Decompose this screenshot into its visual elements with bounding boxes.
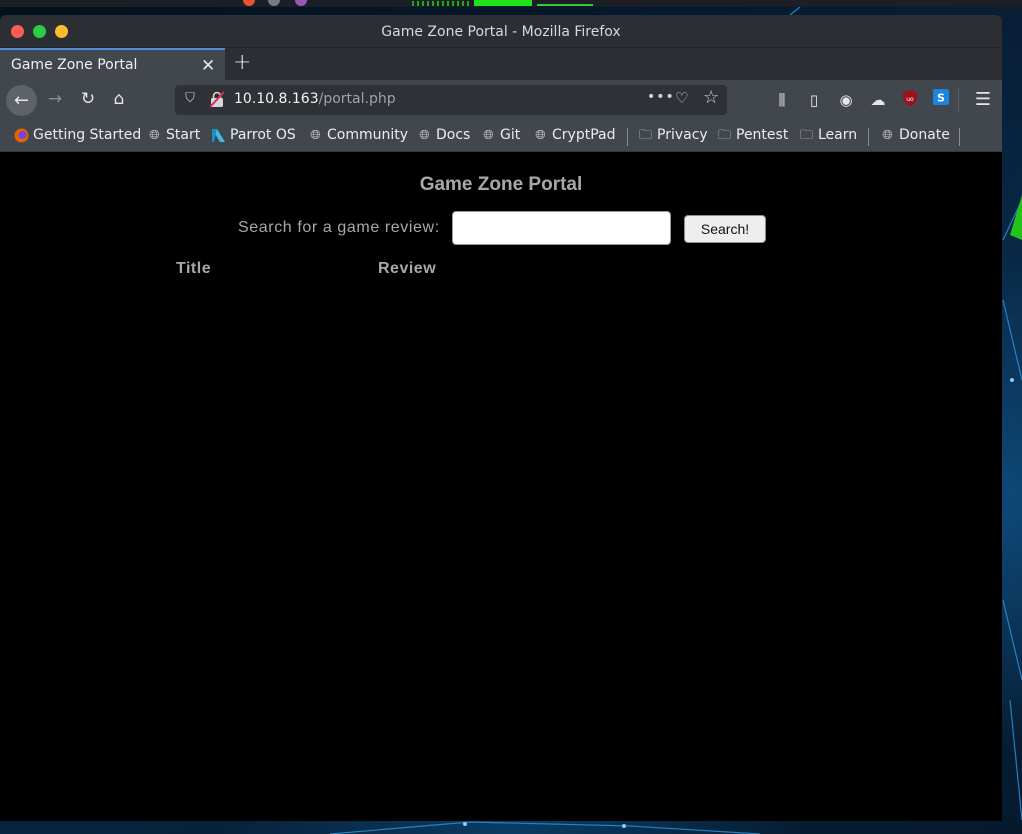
window-titlebar: Game Zone Portal - Mozilla Firefox — [0, 15, 1002, 48]
bookmark-folder-pentest[interactable]: 🗀 Pentest — [717, 127, 788, 143]
home-icon[interactable]: ⌂ — [108, 89, 130, 109]
bookmark-label: Privacy — [657, 127, 708, 143]
pocket-icon[interactable]: ♡ — [675, 89, 688, 107]
insecure-lock-icon[interactable] — [210, 91, 224, 108]
panel-app-icon[interactable] — [243, 0, 255, 6]
address-bar[interactable]: ⛉ 10.10.8.163/portal.php ••• ♡ ☆ — [175, 85, 727, 115]
sidebar-icon[interactable]: ▯ — [803, 89, 825, 111]
bookmark-folder-learn[interactable]: 🗀 Learn — [799, 127, 857, 143]
bookmark-separator — [627, 128, 628, 146]
firefox-icon — [14, 128, 29, 142]
bookmark-community[interactable]: 🌐︎ Community — [308, 127, 408, 143]
globe-icon: 🌐︎ — [419, 127, 430, 143]
svg-text:S: S — [937, 92, 945, 105]
panel-app-icon[interactable] — [295, 0, 307, 6]
browser-window: Game Zone Portal - Mozilla Firefox Game … — [0, 15, 1002, 821]
bookmark-label: Pentest — [736, 127, 789, 143]
bookmark-cryptpad[interactable]: 🌐︎ CryptPad — [533, 127, 615, 143]
bookmark-donate[interactable]: 🌐︎ Donate — [880, 127, 950, 143]
library-icon[interactable]: ⫼ — [771, 89, 793, 111]
bookmark-label: Docs — [436, 127, 471, 143]
bookmark-label: Learn — [818, 127, 858, 143]
column-header-title: Title — [176, 260, 212, 277]
page-content: Game Zone Portal Search for a game revie… — [0, 152, 1002, 821]
window-title: Game Zone Portal - Mozilla Firefox — [381, 24, 621, 40]
bookmark-label: Start — [166, 127, 201, 143]
tab-close-icon[interactable]: ✕ — [201, 56, 215, 76]
page-title: Game Zone Portal — [419, 174, 583, 195]
panel-app-icon[interactable] — [268, 0, 280, 6]
account-icon[interactable]: ◉ — [835, 89, 857, 111]
bookmark-label: Donate — [899, 127, 950, 143]
bookmark-parrot-os[interactable]: Parrot OS — [211, 127, 296, 143]
new-tab-icon[interactable]: + — [233, 50, 251, 75]
bookmark-start[interactable]: 🌐︎ Start — [147, 127, 200, 143]
page-actions-icon[interactable]: ••• — [647, 89, 675, 105]
skype-extension-icon[interactable]: S — [930, 89, 952, 111]
search-input[interactable] — [452, 211, 671, 245]
memory-graph — [474, 0, 532, 6]
hamburger-menu-icon[interactable]: ☰ — [972, 89, 994, 111]
bookmark-label: Getting Started — [33, 127, 142, 143]
bookmark-folder-privacy[interactable]: 🗀 Privacy — [638, 127, 708, 143]
tab-game-zone-portal[interactable]: Game Zone Portal ✕ — [0, 48, 225, 80]
svg-text:uo: uo — [906, 96, 914, 103]
url-path: /portal.php — [318, 91, 396, 107]
back-arrow-icon[interactable]: ← — [6, 85, 37, 116]
bookmark-label: CryptPad — [552, 127, 616, 143]
ublock-icon[interactable]: uo — [899, 89, 921, 111]
bookmark-label: Parrot OS — [230, 127, 296, 143]
search-button[interactable]: Search! — [684, 215, 766, 243]
parrot-icon — [212, 128, 225, 142]
bookmark-label: Git — [500, 127, 521, 143]
globe-icon: 🌐︎ — [882, 127, 893, 143]
tab-strip: Game Zone Portal ✕ + — [0, 48, 1002, 80]
search-label: Search for a game review: — [238, 219, 440, 236]
url-host: 10.10.8.163 — [234, 91, 319, 107]
bookmark-docs[interactable]: 🌐︎ Docs — [417, 127, 470, 143]
forward-arrow-icon[interactable]: → — [44, 89, 66, 109]
column-header-review: Review — [378, 260, 437, 277]
bookmark-star-icon[interactable]: ☆ — [703, 87, 719, 108]
folder-icon: 🗀 — [638, 127, 652, 143]
bookmark-label: Community — [327, 127, 409, 143]
globe-icon: 🌐︎ — [483, 127, 494, 143]
globe-icon: 🌐︎ — [535, 127, 546, 143]
reload-icon[interactable]: ↻ — [77, 89, 99, 109]
globe-icon: 🌐︎ — [149, 127, 160, 143]
url-text[interactable]: 10.10.8.163/portal.php — [234, 91, 396, 107]
navigation-toolbar: ← → ↻ ⌂ ⛉ 10.10.8.163/portal.php ••• ♡ ☆… — [0, 80, 1002, 120]
bookmarks-toolbar: Getting Started 🌐︎ Start Parrot OS 🌐︎ Co… — [0, 120, 1002, 152]
cpu-graph — [412, 1, 472, 6]
network-graph — [537, 4, 593, 6]
folder-icon: 🗀 — [717, 127, 731, 143]
bookmark-separator — [868, 128, 869, 146]
tab-label: Game Zone Portal — [11, 57, 138, 73]
extension-icon[interactable]: ☁ — [867, 89, 889, 111]
folder-icon: 🗀 — [799, 127, 813, 143]
bookmark-git[interactable]: 🌐︎ Git — [481, 127, 520, 143]
globe-icon: 🌐︎ — [310, 127, 321, 143]
system-top-panel — [0, 0, 1022, 7]
tracking-shield-icon[interactable]: ⛉ — [182, 91, 198, 106]
bookmark-separator — [959, 128, 960, 146]
bookmark-getting-started[interactable]: Getting Started — [14, 127, 141, 143]
toolbar-separator — [958, 88, 959, 112]
